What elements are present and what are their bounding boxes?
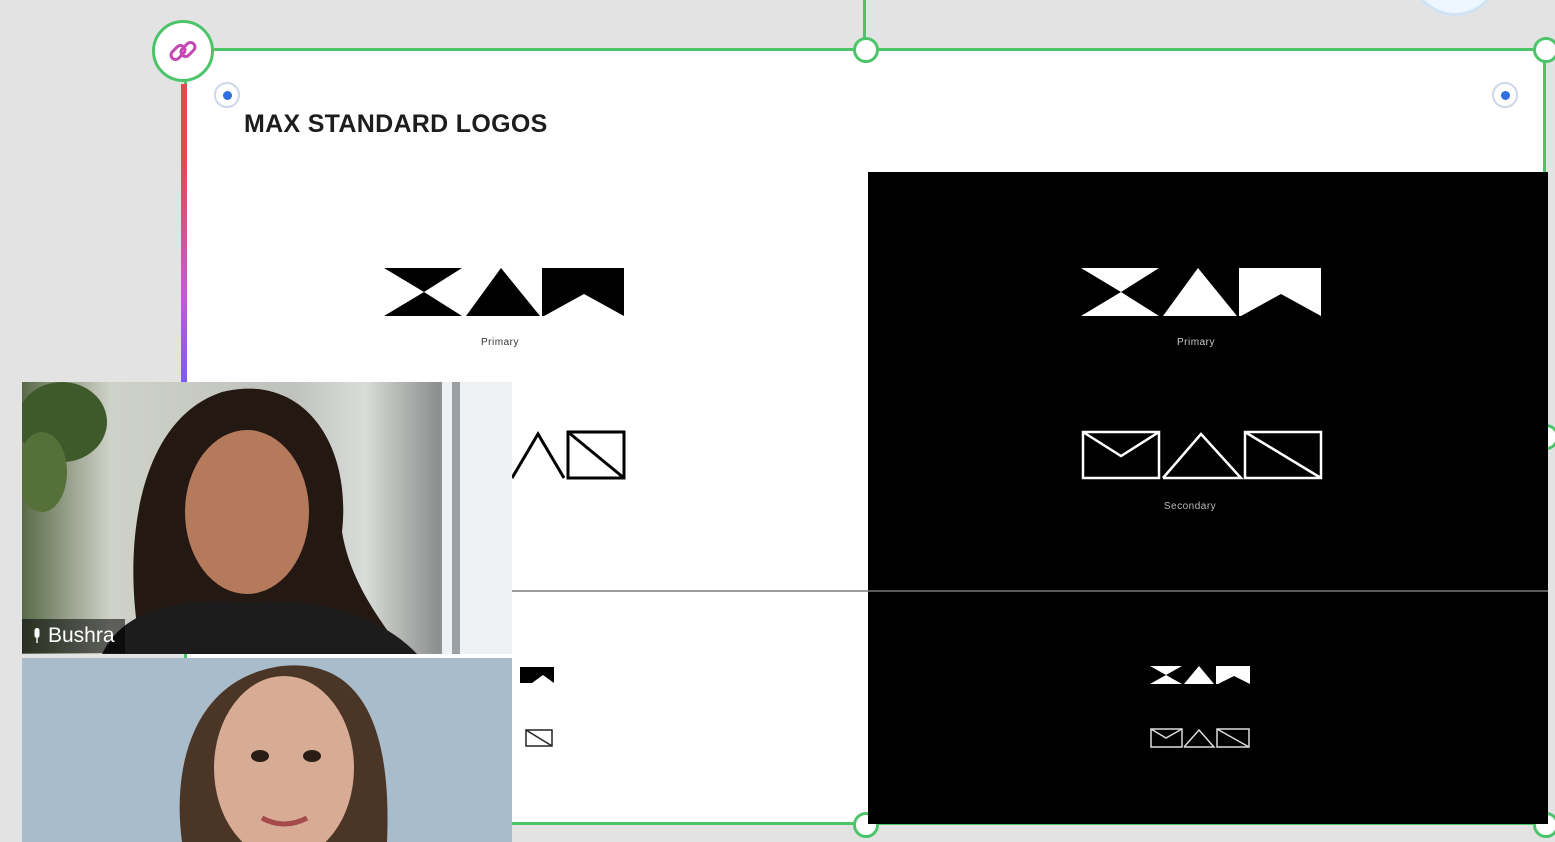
participant-video-feed [179, 665, 388, 842]
participant-video-tile[interactable] [22, 382, 512, 654]
logo-caption: Secondary [1163, 501, 1217, 512]
max-logo-small-secondary-white [1150, 728, 1250, 748]
anchor-point[interactable] [214, 82, 240, 108]
max-logo-primary-white [1081, 268, 1321, 316]
page-title: MAX STANDARD LOGOS [244, 110, 548, 138]
logo-caption: Primary [1177, 337, 1215, 348]
max-logo-small-primary-white [1150, 666, 1250, 684]
participant-name-tag: Bushra [22, 619, 125, 653]
logo-caption: Primary [481, 337, 519, 348]
max-logo-primary-black [384, 268, 624, 316]
participant-video-feed [22, 382, 512, 654]
max-logo-small-primary-black [520, 667, 554, 683]
microphone-icon [34, 628, 40, 643]
max-logo-small-secondary-black [525, 729, 553, 747]
link-icon [169, 41, 197, 61]
max-logo-secondary-black [510, 430, 626, 480]
section-divider [868, 590, 1548, 592]
dark-small-logo-panel [868, 592, 1548, 824]
resize-handle-top-right[interactable] [1533, 37, 1555, 63]
anchor-point[interactable] [1492, 82, 1518, 108]
participant-name: Bushra [48, 624, 115, 647]
gear-icon[interactable] [1410, 0, 1500, 16]
resize-handle-top[interactable] [853, 37, 879, 63]
frame-accent-bar [181, 84, 187, 384]
participant-video-tile[interactable] [22, 658, 512, 842]
link-handle[interactable] [152, 20, 214, 82]
dark-logo-panel [868, 172, 1548, 590]
max-logo-secondary-white [1081, 430, 1323, 480]
